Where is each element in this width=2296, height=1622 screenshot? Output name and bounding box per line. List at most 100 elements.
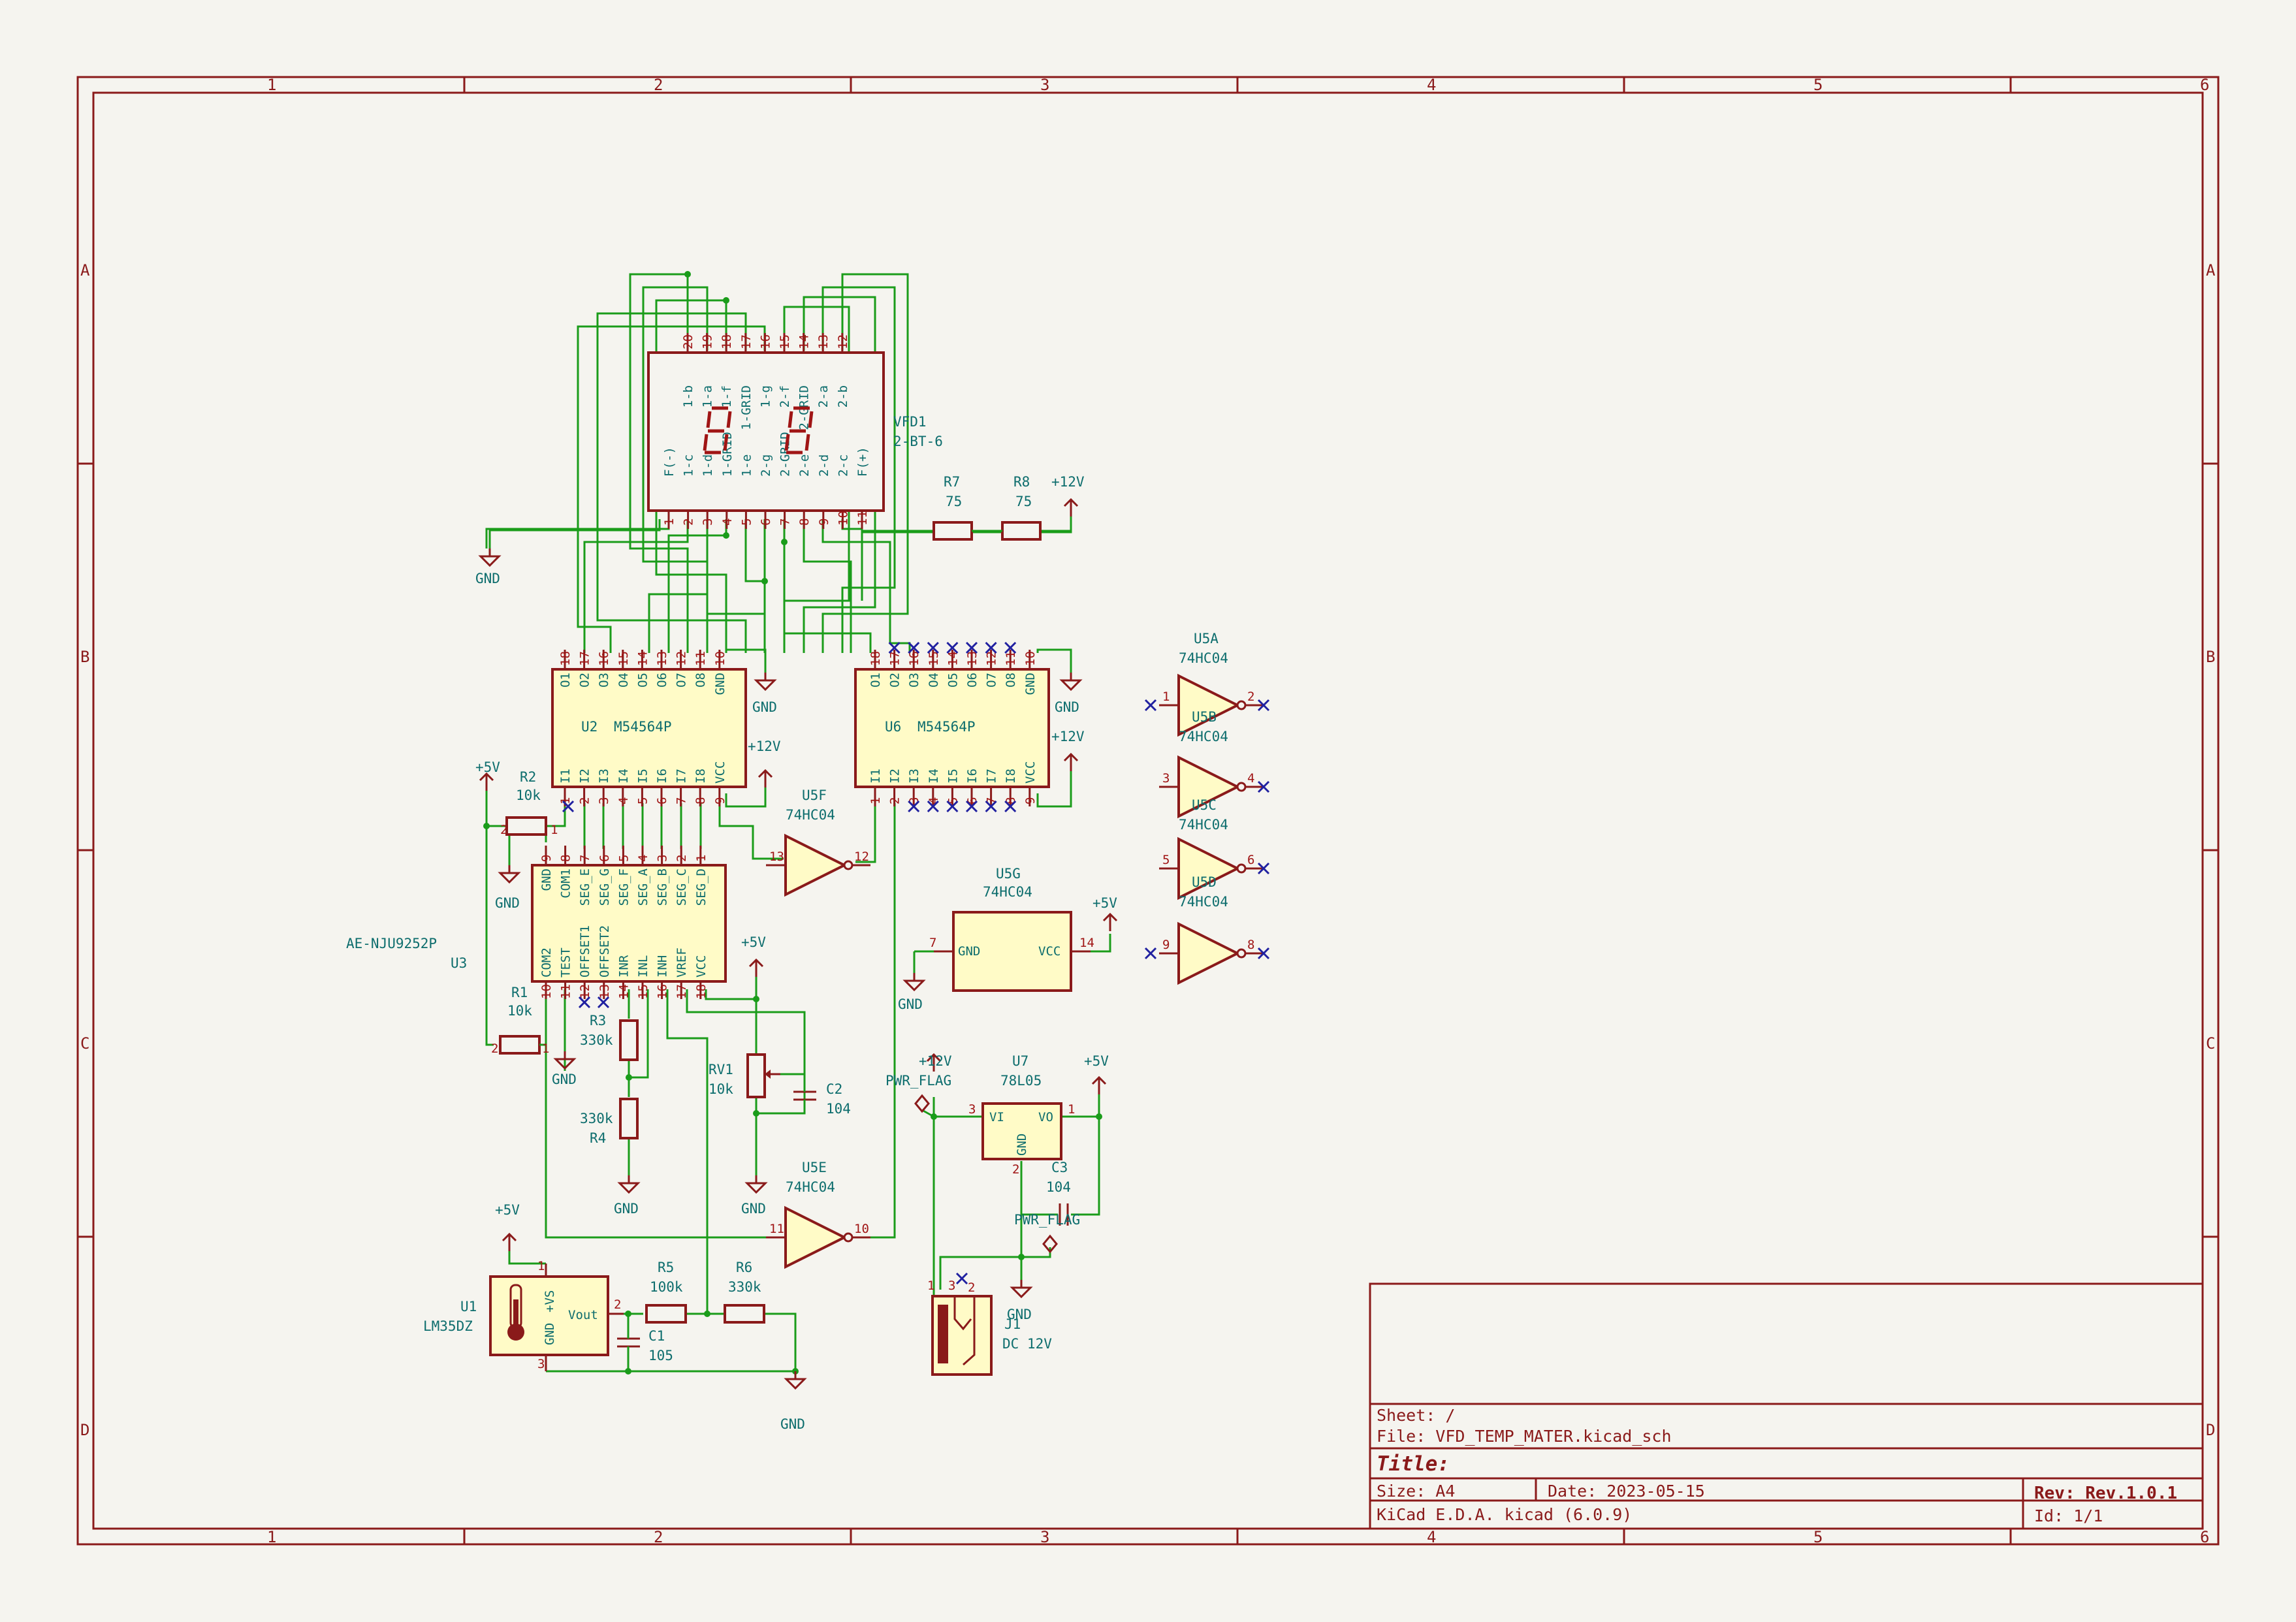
rv1-potentiometer[interactable]: RV1 10k [709, 1053, 780, 1098]
u3-ref: U3 [451, 955, 467, 971]
frame-col-label: 5 [1813, 76, 1823, 94]
u6-bottom-pin-name: I2 [888, 769, 902, 784]
r4-resistor[interactable]: 330k R4 [580, 1098, 639, 1146]
vfd-top-pin-number: 19 [701, 334, 715, 349]
vfd-top-pin-name: 1-a [701, 385, 715, 407]
vfd-bottom-pin-number: 7 [778, 518, 793, 526]
power-rail-symbol: +5V [1084, 1053, 1109, 1094]
drawing-frame: 112233445566A AB BC CD D [76, 76, 2220, 1546]
rv1-ref: RV1 [709, 1062, 733, 1077]
vfd-top-pin-name: 2-f [778, 385, 792, 407]
tb-tool: KiCad E.D.A. kicad (6.0.9) [1377, 1505, 1632, 1524]
u2-bottom-pin-number: 9 [713, 797, 727, 804]
u3-top-pin-number: 4 [636, 855, 650, 862]
r3-resistor[interactable]: R3 330k [580, 1013, 639, 1061]
vfd-top-pin-name: 2-b [836, 385, 850, 407]
frame-row-label: D [2206, 1421, 2215, 1439]
power-rail-symbol: +12V [1051, 729, 1085, 771]
j1-dc-jack[interactable]: 1 2 3 J1 DC 12V [927, 1279, 1052, 1376]
tb-id: Id: 1/1 [2034, 1506, 2103, 1525]
inverter-input-pin: 9 [1162, 938, 1170, 952]
r8-ref: R8 [1013, 474, 1030, 490]
vfd-bottom-pin-number: 8 [797, 518, 812, 526]
power-rail-symbol: +5V [1092, 895, 1117, 931]
u1-lm35-sensor[interactable]: GND +VS Vout 1 2 3 U1 LM35DZ [423, 1259, 624, 1371]
frame-row-label: B [2206, 648, 2215, 666]
u2-bottom-pin-name: I4 [616, 769, 631, 784]
u3-adc-driver[interactable]: 9 GND 8 COM1 7 SEG_E 6 SEG_G 5 SEG_F 4 SEG_A 3 SEG_B 2… [346, 846, 727, 999]
u3-top-pin-name: SEG_B [656, 868, 670, 906]
inverter-output-pin: 12 [854, 850, 869, 864]
power-rail-label: +12V [1051, 474, 1085, 490]
frame-col-label: 1 [267, 1528, 276, 1546]
u2-driver[interactable]: 18O117O216O315O414O513O612O711O810GND 1I… [551, 650, 747, 806]
frame-row-label: C [2206, 1034, 2215, 1053]
u3-top-pin-number: 5 [616, 855, 631, 862]
power-rail-symbol: +5V [495, 1202, 520, 1251]
gnd-symbol: GND [614, 1175, 641, 1216]
vfd1-ref: VFD1 [893, 414, 927, 430]
power-rail-label: +5V [741, 934, 766, 950]
r6-value: 330k [728, 1279, 761, 1295]
u3-bottom-pin-name: COM2 [539, 947, 554, 978]
u2-bottom-pin-name: I5 [635, 769, 650, 784]
u7-regulator[interactable]: VI VO GND 3 1 2 U7 78L05 [968, 1053, 1075, 1177]
vfd-bottom-pin-number: 9 [817, 518, 831, 526]
u3-bottom-pin-number: 14 [616, 984, 631, 999]
tb-size: Size: A4 [1377, 1482, 1455, 1501]
u2-top-pin-name: O2 [578, 673, 592, 688]
u2-ref: U2 [581, 719, 598, 735]
gnd-label: GND [614, 1201, 639, 1216]
u6-bottom-pin-name: I6 [965, 769, 980, 784]
r1-pin1: 1 [542, 1042, 549, 1056]
gnd-symbol: GND [780, 1371, 807, 1432]
inverter-u5f[interactable]: 13 12 U5F 74HC04 [766, 787, 870, 897]
inverter-input-pin: 5 [1162, 853, 1170, 867]
u2-bottom-pin-name: I6 [655, 769, 669, 784]
r1-pin2: 2 [491, 1042, 498, 1056]
u5g-ref: U5G [996, 866, 1021, 882]
r1-value: 10k [507, 1003, 532, 1019]
gnd-label: GND [741, 1201, 766, 1216]
u3-top-pin-name: SEG_C [675, 868, 689, 906]
u6-driver[interactable]: 18O117O216O315O414O513O612O711O810GND 1I… [854, 650, 1050, 806]
pwr-flag-symbol: PWR_FLAG [1014, 1212, 1080, 1254]
u6-bottom-pin-number: 2 [888, 797, 902, 804]
u3-bottom-pin-name: OFFSET1 [578, 925, 592, 978]
vfd-top-pin-name: 1-b [681, 385, 695, 407]
vfd-bottom-pin-number: 11 [855, 511, 870, 526]
power-rail-label: +12V [919, 1053, 952, 1069]
vfd1-value: 2-BT-6 [893, 434, 943, 449]
vfd1-symbol[interactable]: 201-b191-a181-f171-GRID161-g152-f142-GRI… [647, 333, 943, 529]
inverter-value: 74HC04 [1179, 817, 1228, 833]
vfd-bottom-pin-number: 6 [759, 518, 773, 526]
power-rail-label: +12V [748, 739, 781, 754]
vfd-bottom-pin-name: 1-c [682, 454, 696, 477]
u3-bottom-pin-number: 15 [636, 984, 650, 999]
c1-capacitor[interactable]: C1 105 [617, 1328, 673, 1363]
r5-resistor[interactable]: R5 100k [645, 1260, 687, 1324]
frame-row-label: B [80, 648, 89, 666]
vfd-bottom-pin-name: 2-GRID [778, 432, 793, 477]
vfd-top-pin-name: 1-g [758, 385, 773, 407]
gnd-label: GND [475, 571, 500, 586]
vfd-bottom-pin-name: 1-d [701, 454, 715, 477]
u3-top-pin-number: 2 [675, 855, 689, 862]
r8-resistor[interactable]: R8 75 [972, 474, 1042, 541]
inverter-u5e[interactable]: 11 10 U5E 74HC04 [766, 1160, 870, 1269]
inverter-u5d[interactable]: 9 8 U5D 74HC04 [1159, 874, 1264, 985]
frame-col-label: 6 [2200, 76, 2209, 94]
r7-resistor[interactable]: R7 75 [933, 474, 973, 541]
u6-top-pin-name: GND [1023, 673, 1038, 695]
u2-bottom-pin-number: 5 [635, 797, 650, 804]
r6-resistor[interactable]: R6 330k [724, 1260, 765, 1324]
gnd-symbol: GND [1007, 1280, 1033, 1322]
u2-top-pin-name: O3 [597, 673, 611, 688]
r2-ref: R2 [520, 769, 536, 785]
c2-capacitor[interactable]: C2 104 [793, 1077, 851, 1117]
u1-value: LM35DZ [423, 1318, 473, 1334]
vfd-top-pin-number: 15 [778, 334, 792, 349]
u5g-power-unit[interactable]: 7 14 GND VCC U5G 74HC04 [929, 866, 1094, 992]
u2-top-pin-number: 17 [578, 651, 592, 666]
u6-top-pin-name: O7 [985, 673, 999, 688]
